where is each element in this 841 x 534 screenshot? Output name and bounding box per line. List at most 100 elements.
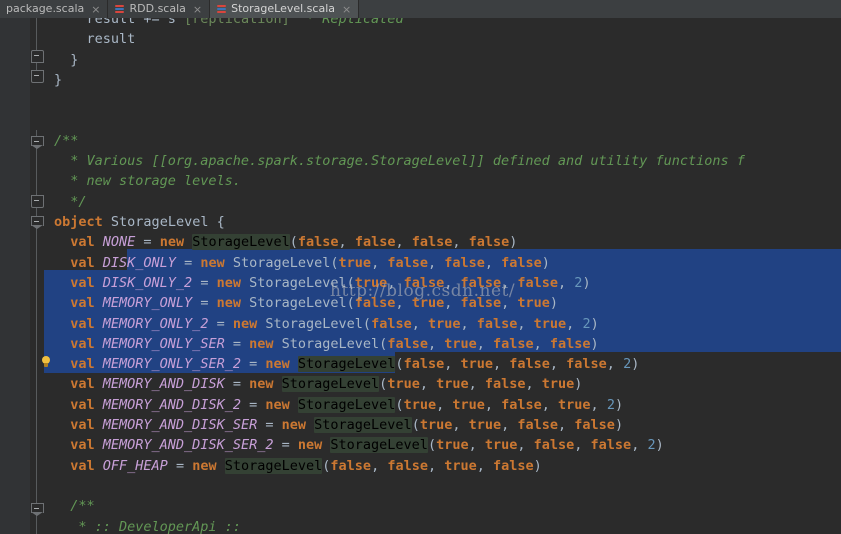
- code-token: true: [354, 274, 388, 291]
- code-token: (: [427, 437, 437, 454]
- code-token: false: [501, 254, 542, 271]
- code-token: true: [436, 437, 469, 454]
- code-token: MEMORY_ONLY_2: [102, 315, 209, 332]
- scala-file-icon: [114, 4, 125, 15]
- code-token: false: [460, 295, 502, 312]
- fold-marker-collapse[interactable]: [31, 50, 44, 63]
- code-token: ,: [541, 396, 559, 413]
- code-token: ,: [631, 437, 648, 454]
- code-token: StorageLevel: [281, 335, 380, 352]
- editor-tab-0[interactable]: package.scala ×: [0, 0, 109, 18]
- code-token: ,: [501, 417, 518, 433]
- code-token: true: [517, 295, 550, 312]
- code-token: ): [509, 234, 518, 251]
- code-token: false: [493, 335, 534, 352]
- code-line[interactable]: }: [44, 50, 841, 70]
- code-line[interactable]: val OFF_HEAP = new StorageLevel(false, f…: [44, 456, 841, 476]
- code-token: ,: [387, 274, 404, 291]
- code-line[interactable]: [44, 90, 841, 110]
- fold-guide-line: [36, 218, 37, 534]
- code-token: ,: [492, 356, 510, 373]
- code-token: =: [208, 315, 233, 332]
- code-token: true: [419, 417, 453, 433]
- code-token: ): [541, 254, 550, 271]
- code-token: ): [590, 335, 599, 352]
- code-folding-stripe[interactable]: [30, 18, 44, 534]
- code-token: true: [444, 457, 477, 474]
- code-line[interactable]: val MEMORY_AND_DISK = new StorageLevel(t…: [44, 374, 841, 394]
- code-line[interactable]: * new storage levels.: [44, 171, 841, 191]
- code-content[interactable]: result += s"[replication]" * Replicated r…: [44, 18, 841, 534]
- code-token: DISK_ONLY_2: [102, 274, 193, 291]
- code-line[interactable]: result += s"[replication]" * Replicated: [44, 18, 841, 29]
- close-icon[interactable]: ×: [91, 4, 100, 15]
- fold-marker-comment-end[interactable]: [31, 195, 44, 208]
- code-line[interactable]: */: [44, 192, 841, 212]
- code-token: ,: [558, 274, 575, 291]
- code-token: StorageLevel: [110, 214, 209, 230]
- code-token: (: [395, 356, 404, 373]
- code-token: =: [192, 274, 217, 291]
- code-token: result += s: [86, 18, 176, 27]
- code-token: * Replicated: [297, 18, 404, 27]
- code-token: ,: [452, 234, 469, 251]
- code-line[interactable]: val MEMORY_AND_DISK_SER = new StorageLev…: [44, 415, 841, 435]
- fold-marker-object-start[interactable]: [31, 216, 44, 229]
- code-token: ,: [427, 457, 445, 474]
- code-token: */: [62, 193, 87, 210]
- editor-tab-2[interactable]: StorageLevel.scala ×: [210, 0, 360, 18]
- code-token: DISK_ONLY: [102, 254, 176, 271]
- code-line[interactable]: val DISK_ONLY_2 = new StorageLevel(true,…: [44, 273, 841, 293]
- code-token: ): [582, 274, 591, 291]
- code-line[interactable]: val MEMORY_ONLY_SER_2 = new StorageLevel…: [44, 354, 841, 374]
- editor-gutter[interactable]: [0, 18, 30, 534]
- code-token: ,: [525, 376, 542, 393]
- code-token: ,: [549, 356, 567, 373]
- code-token: false: [501, 396, 542, 413]
- code-line[interactable]: val DISK_ONLY = new StorageLevel(true, f…: [44, 253, 841, 273]
- code-token: =: [167, 457, 193, 474]
- code-line[interactable]: }: [44, 70, 841, 90]
- fold-marker-comment-start[interactable]: [31, 136, 44, 149]
- code-token: val: [70, 356, 95, 373]
- close-icon[interactable]: ×: [193, 4, 202, 15]
- code-line[interactable]: val NONE = new StorageLevel(false, false…: [44, 232, 841, 252]
- code-line[interactable]: /**: [44, 496, 841, 516]
- code-token: false: [509, 356, 550, 373]
- code-line[interactable]: /**: [44, 131, 841, 151]
- code-line[interactable]: result: [44, 29, 841, 49]
- code-token: StorageLevel: [314, 417, 412, 433]
- code-line[interactable]: val MEMORY_ONLY = new StorageLevel(false…: [44, 293, 841, 313]
- code-line[interactable]: * :: DeveloperApi ::: [44, 517, 841, 534]
- code-line[interactable]: [44, 476, 841, 496]
- code-token: (: [362, 315, 372, 332]
- code-editor[interactable]: result += s"[replication]" * Replicated r…: [0, 18, 841, 534]
- code-token: StorageLevel: [297, 356, 396, 373]
- code-line[interactable]: val MEMORY_ONLY_2 = new StorageLevel(fal…: [44, 314, 841, 334]
- code-token: ,: [395, 295, 412, 312]
- code-line[interactable]: * Various [[org.apache.spark.storage.Sto…: [44, 151, 841, 171]
- code-line[interactable]: val MEMORY_AND_DISK_SER_2 = new StorageL…: [44, 435, 841, 455]
- code-token: false: [468, 234, 510, 251]
- code-token: ): [655, 437, 664, 454]
- fold-marker-comment2-start[interactable]: [31, 503, 44, 516]
- code-token: =: [257, 417, 282, 433]
- editor-tab-1[interactable]: RDD.scala ×: [108, 0, 211, 18]
- code-line[interactable]: val MEMORY_AND_DISK_2 = new StorageLevel…: [44, 395, 841, 415]
- code-token: (: [289, 234, 298, 251]
- code-line[interactable]: val MEMORY_ONLY_SER = new StorageLevel(f…: [44, 334, 841, 354]
- code-token: false: [354, 295, 396, 312]
- close-icon[interactable]: ×: [342, 4, 351, 15]
- code-token: ,: [411, 315, 428, 332]
- code-line[interactable]: [44, 111, 841, 131]
- code-token: }: [54, 71, 63, 88]
- fold-marker-collapse[interactable]: [31, 70, 44, 83]
- code-line[interactable]: object StorageLevel {: [44, 212, 841, 232]
